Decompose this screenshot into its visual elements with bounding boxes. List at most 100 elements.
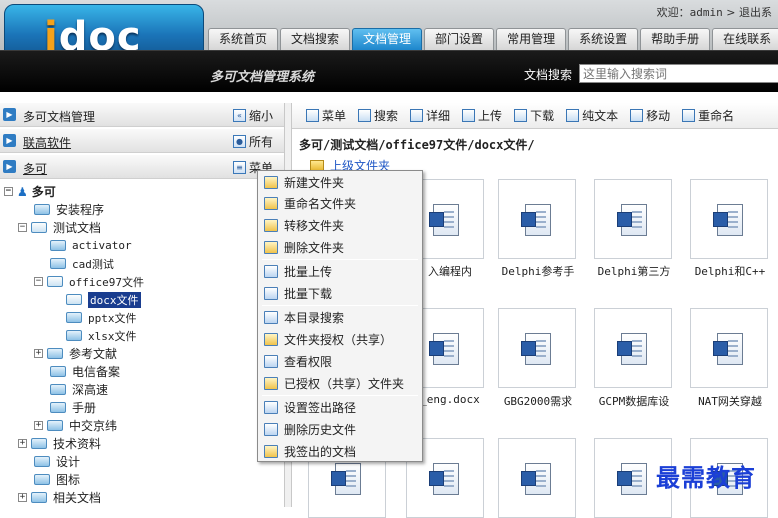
tree-item[interactable]: 电信备案	[50, 363, 120, 380]
logout-link[interactable]: 退出系	[739, 6, 772, 19]
context-menu: 新建文件夹 重命名文件夹 转移文件夹 删除文件夹 批量上传 批量下载 本目录搜索…	[257, 170, 423, 462]
search-label: 文档搜索	[524, 68, 573, 82]
section-title[interactable]: 多可	[23, 160, 47, 177]
tree-item[interactable]: 设计	[34, 453, 80, 470]
word-doc-icon	[521, 463, 551, 495]
tree-item[interactable]: 手册	[50, 399, 96, 416]
search-input[interactable]	[579, 64, 778, 83]
tree-item[interactable]: cad测试	[50, 255, 114, 272]
section-title[interactable]: 联高软件	[23, 134, 71, 151]
menu-separator	[262, 305, 418, 306]
toolbar-plaintext-button[interactable]: 纯文本	[566, 107, 618, 124]
folder-open-icon	[47, 276, 63, 287]
tree-item[interactable]: + 中交京纬	[34, 417, 117, 434]
toolbar-rename-button[interactable]: 重命名	[682, 107, 734, 124]
menu-item-view-permissions[interactable]: 查看权限	[260, 351, 420, 372]
nav-tab-doc-manage[interactable]: 文档管理	[352, 28, 423, 50]
expand-toggle[interactable]: +	[34, 421, 43, 430]
menu-item-dir-search[interactable]: 本目录搜索	[260, 307, 420, 328]
section-header-liangao[interactable]: ▶ 联高软件 ● 所有	[0, 129, 284, 153]
folder-icon	[50, 384, 66, 395]
settings-icon	[264, 401, 278, 414]
file-toolbar: 菜单 搜索 详细 上传 下载 纯文本 移动 重命名	[292, 103, 778, 129]
shrink-button[interactable]: «缩小	[233, 107, 273, 124]
tree-root[interactable]: − ♟ 多可	[4, 183, 56, 200]
menu-item-rename-folder[interactable]: 重命名文件夹	[260, 193, 420, 214]
toolbar-upload-button[interactable]: 上传	[462, 107, 502, 124]
expand-toggle[interactable]: +	[18, 493, 27, 502]
menu-item-batch-download[interactable]: 批量下载	[260, 283, 420, 304]
file-item[interactable]	[690, 308, 768, 388]
tree-item[interactable]: 图标	[34, 471, 80, 488]
file-item[interactable]	[498, 438, 576, 518]
nav-tab-help[interactable]: 帮助手册	[640, 28, 711, 50]
file-item[interactable]	[594, 308, 672, 388]
menu-item-transfer-folder[interactable]: 转移文件夹	[260, 215, 420, 236]
double-chevron-left-icon: «	[233, 109, 246, 122]
move-icon	[630, 109, 644, 122]
nav-tab-home[interactable]: 系统首页	[208, 28, 279, 50]
word-doc-icon	[617, 333, 647, 365]
nav-tab-search[interactable]: 文档搜索	[280, 28, 351, 50]
menu-item-shared-folders[interactable]: 已授权（共享）文件夹	[260, 373, 420, 394]
file-caption: GCPM数据库设	[598, 395, 670, 408]
nav-tab-settings[interactable]: 系统设置	[568, 28, 639, 50]
all-button[interactable]: ● 所有	[233, 133, 273, 150]
toolbar-menu-button[interactable]: 菜单	[306, 107, 346, 124]
tree-item[interactable]: 安装程序	[34, 201, 104, 218]
menu-item-delete-folder[interactable]: 删除文件夹	[260, 237, 420, 258]
nav-tab-contact[interactable]: 在线联系	[712, 28, 778, 50]
file-item[interactable]	[498, 308, 576, 388]
download-icon	[514, 109, 528, 122]
section-header-duoke[interactable]: ▶ 多可 ≡ 菜单	[0, 155, 284, 179]
app-header: idoc 欢迎：admin > 退出系 系统首页 文档搜索 文档管理 部门设置 …	[0, 0, 778, 92]
folder-open-icon	[31, 222, 47, 233]
search-icon	[264, 311, 278, 324]
nav-tab-common[interactable]: 常用管理	[496, 28, 567, 50]
rename-folder-icon	[264, 197, 278, 210]
delete-folder-icon	[264, 241, 278, 254]
toolbar-download-button[interactable]: 下载	[514, 107, 554, 124]
tree-item[interactable]: + 相关文档	[18, 489, 101, 506]
tree-item[interactable]: + 参考文献	[34, 345, 117, 362]
folder-icon	[66, 312, 82, 323]
tree-item[interactable]: + 技术资料	[18, 435, 101, 452]
tree-item[interactable]: 深高速	[50, 381, 108, 398]
collapse-toggle[interactable]: −	[4, 187, 13, 196]
file-item[interactable]	[498, 179, 576, 259]
word-doc-icon	[331, 463, 361, 495]
toolbar-detail-button[interactable]: 详细	[410, 107, 450, 124]
upload-icon	[264, 265, 278, 278]
toolbar-search-button[interactable]: 搜索	[358, 107, 398, 124]
folder-icon	[31, 438, 47, 449]
menu-item-new-folder[interactable]: 新建文件夹	[260, 172, 420, 193]
collapse-toggle[interactable]: −	[34, 277, 43, 286]
word-doc-icon	[713, 204, 743, 236]
tree-item[interactable]: − office97文件	[34, 273, 144, 290]
tree-item[interactable]: pptx文件	[66, 309, 137, 326]
word-doc-icon	[429, 204, 459, 236]
expand-toggle[interactable]: +	[18, 439, 27, 448]
expand-toggle[interactable]: +	[34, 349, 43, 358]
expand-arrow-icon[interactable]: ▶	[3, 134, 16, 147]
menu-item-checkout-path[interactable]: 设置签出路径	[260, 397, 420, 418]
text-icon	[566, 109, 580, 122]
menu-item-folder-share[interactable]: 文件夹授权（共享）	[260, 329, 420, 350]
tree-item-selected[interactable]: docx文件	[66, 291, 141, 308]
expand-arrow-icon[interactable]: ▶	[3, 108, 16, 121]
toolbar-move-button[interactable]: 移动	[630, 107, 670, 124]
welcome-bar: 欢迎：admin > 退出系	[656, 6, 772, 19]
collapse-toggle[interactable]: −	[18, 223, 27, 232]
file-item[interactable]	[594, 179, 672, 259]
nav-tab-dept[interactable]: 部门设置	[424, 28, 495, 50]
file-item[interactable]	[690, 179, 768, 259]
tree-item[interactable]: − 测试文档	[18, 219, 101, 236]
word-doc-icon	[521, 333, 551, 365]
tree-item[interactable]: xlsx文件	[66, 327, 137, 344]
menu-item-my-checkouts[interactable]: 我签出的文档	[260, 441, 420, 462]
menu-item-batch-upload[interactable]: 批量上传	[260, 261, 420, 282]
section-header-duoke-doc[interactable]: ▶ 多可文档管理 «缩小	[0, 103, 284, 127]
tree-item[interactable]: activator	[50, 237, 132, 254]
expand-arrow-icon[interactable]: ▶	[3, 160, 16, 173]
menu-item-delete-history[interactable]: 删除历史文件	[260, 419, 420, 440]
